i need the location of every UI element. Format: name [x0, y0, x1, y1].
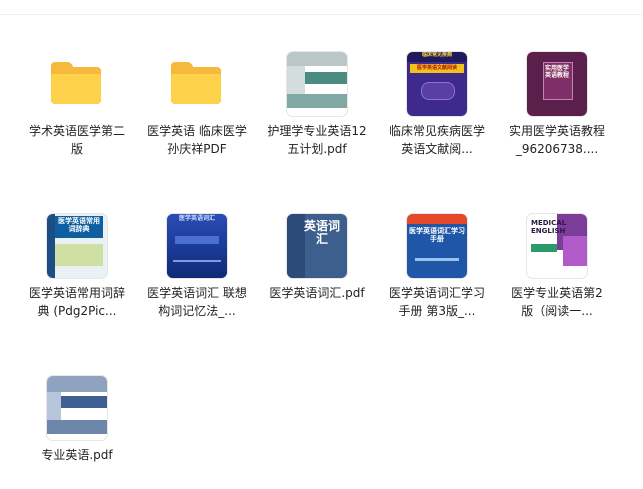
file-item-practical[interactable]: 实用医学英语教程 实用医学英语教程_96206738.... — [507, 52, 607, 158]
file-item-vocab-association[interactable]: 医学英语词汇 医学英语词汇 联想构词记忆法_... — [147, 214, 247, 320]
cover-title: 医学英语常用词辞典 — [58, 217, 100, 233]
file-name: 医学英语 临床医学 孙庆祥PDF — [147, 124, 247, 156]
book-cover-icon: 医学英语词汇 — [165, 214, 229, 278]
cover-title: 医学英语词汇 — [178, 215, 215, 222]
file-name: 临床常见疾病医学英语文献阅... — [388, 124, 485, 156]
book-cover-icon — [45, 376, 109, 440]
book-cover-icon: 英语词汇 — [285, 214, 349, 278]
cover-title: 英语词汇 — [303, 219, 340, 247]
file-name: 医学英语词汇.pdf — [269, 286, 365, 300]
cover-title: 医学英语词汇学习手册 — [409, 227, 465, 243]
file-item-vocab-pdf[interactable]: 英语词汇 医学英语词汇.pdf — [267, 214, 367, 302]
top-divider — [0, 14, 643, 15]
book-cover-icon: 临床常见疾病 医学英语文献阅读 — [405, 52, 469, 116]
file-item-folder-2[interactable]: 医学英语 临床医学 孙庆祥PDF — [147, 52, 247, 158]
book-cover-icon: 医学英语常用词辞典 — [45, 214, 109, 278]
file-item-clinical[interactable]: 临床常见疾病 医学英语文献阅读 临床常见疾病医学英语文献阅... — [387, 52, 487, 158]
file-name: 专业英语.pdf — [41, 448, 113, 462]
file-name: 学术英语医学第二版 — [28, 124, 125, 156]
folder-icon — [45, 52, 109, 116]
file-item-dictionary[interactable]: 医学英语常用词辞典 医学英语常用词辞典 (Pdg2Pic... — [27, 214, 127, 320]
file-name: 医学英语词汇 联想构词记忆法_... — [147, 286, 247, 318]
cover-title: 临床常见疾病 — [421, 52, 452, 58]
file-name: 医学英语常用词辞典 (Pdg2Pic... — [28, 286, 125, 318]
file-item-professional-english[interactable]: 专业英语.pdf — [27, 376, 127, 464]
file-item-medical-english[interactable]: MEDICAL ENGLISH 医学专业英语第2版（阅读一... — [507, 214, 607, 320]
file-name: 实用医学英语教程_96206738.... — [508, 124, 605, 156]
file-item-vocab-handbook[interactable]: 医学英语词汇学习手册 医学英语词汇学习手册 第3版_... — [387, 214, 487, 320]
file-item-folder-1[interactable]: 学术英语医学第二版 — [27, 52, 127, 158]
cover-subtitle: 医学英语文献阅读 — [410, 64, 464, 73]
book-cover-icon — [285, 52, 349, 116]
book-cover-icon: 医学英语词汇学习手册 — [405, 214, 469, 278]
folder-icon — [165, 52, 229, 116]
file-name: 医学专业英语第2版（阅读一... — [511, 286, 603, 318]
file-name: 医学英语词汇学习手册 第3版_... — [388, 286, 485, 318]
cover-title: 实用医学英语教程 — [544, 65, 569, 79]
book-cover-icon: 实用医学英语教程 — [525, 52, 589, 116]
file-item-pdf-nursing[interactable]: 护理学专业英语12五计划.pdf — [267, 52, 367, 158]
cover-title: MEDICAL ENGLISH — [531, 219, 567, 235]
file-name: 护理学专业英语12五计划.pdf — [267, 124, 367, 156]
book-cover-icon: MEDICAL ENGLISH — [525, 214, 589, 278]
